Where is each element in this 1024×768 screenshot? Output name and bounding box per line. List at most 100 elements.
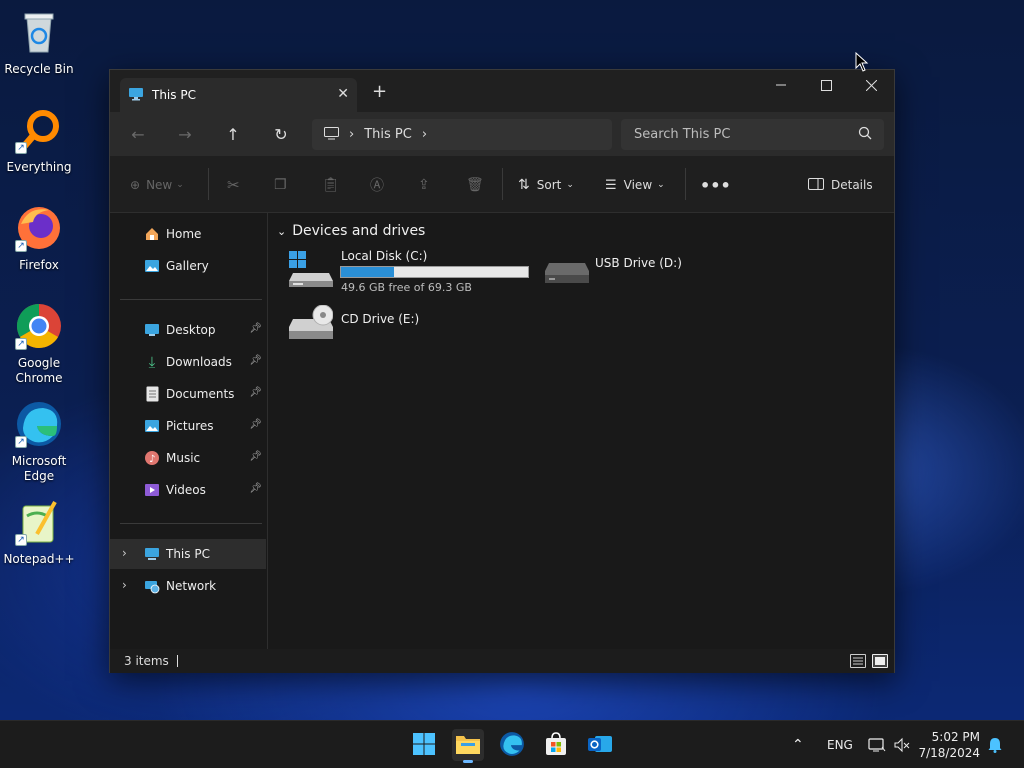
drive-name: CD Drive (E:): [341, 312, 420, 326]
show-hidden-icons-button[interactable]: ⌃: [792, 721, 804, 768]
up-button[interactable]: ↑: [221, 122, 245, 146]
notepad-plus-plus-icon: ↗: [15, 498, 63, 546]
pin-icon[interactable]: 📌︎: [249, 323, 262, 334]
pin-icon[interactable]: 📌︎: [249, 451, 262, 462]
breadcrumb-this-pc[interactable]: This PC: [364, 127, 412, 142]
forward-button[interactable]: →: [173, 122, 197, 146]
cut-button[interactable]: ✂: [227, 174, 240, 196]
view-label: View: [623, 178, 653, 192]
sidebar-item-desktop[interactable]: Desktop 📌︎: [110, 315, 266, 345]
ellipsis-icon: •••: [700, 175, 731, 195]
windows-drive-icon: [289, 251, 333, 292]
windows-logo-icon: [412, 732, 436, 759]
desktop-icon-google-chrome[interactable]: ↗ Google Chrome: [2, 302, 76, 386]
system-clock[interactable]: 5:02 PM 7/18/2024: [918, 729, 980, 761]
notifications-bell-icon[interactable]: [988, 721, 1002, 768]
status-divider: [176, 655, 178, 667]
search-icon: [858, 126, 872, 144]
tab-this-pc[interactable]: This PC ✕: [120, 78, 357, 112]
back-button[interactable]: ←: [126, 122, 150, 146]
computer-icon: [144, 546, 160, 562]
expand-chevron-icon[interactable]: ›: [122, 578, 127, 592]
sidebar-item-music[interactable]: ♪ Music 📌︎: [110, 443, 266, 473]
desktop-icon-label: Google Chrome: [15, 356, 63, 385]
tab-label: This PC: [152, 88, 196, 102]
rename-button[interactable]: Ⓐ: [370, 174, 384, 196]
share-button[interactable]: ⇪: [418, 174, 430, 196]
language-indicator[interactable]: ENG: [827, 721, 853, 768]
sidebar-item-network[interactable]: › Network: [110, 571, 266, 601]
pin-icon[interactable]: 📌︎: [249, 387, 262, 398]
more-options-button[interactable]: •••: [700, 174, 731, 196]
plus-circle-icon: ⊕: [130, 178, 141, 192]
close-tab-icon[interactable]: ✕: [337, 86, 349, 102]
desktop-icon-firefox[interactable]: ↗ Firefox: [2, 204, 76, 273]
details-view-icon[interactable]: [850, 654, 866, 668]
desktop-icon-label: Notepad++: [3, 552, 75, 566]
usb-drive-icon: [545, 259, 589, 288]
sidebar-item-pictures[interactable]: Pictures 📌︎: [110, 411, 266, 441]
search-placeholder: Search This PC: [634, 127, 731, 142]
group-header-devices-and-drives[interactable]: ⌄ Devices and drives: [277, 223, 425, 239]
delete-button[interactable]: 🗑︎: [466, 174, 484, 196]
drive-usb-d[interactable]: USB Drive (D:): [545, 253, 705, 293]
taskbar-microsoft-store[interactable]: [540, 729, 572, 761]
new-tab-button[interactable]: +: [372, 81, 387, 102]
recycle-bin-icon: [15, 8, 63, 56]
drive-local-disk-c[interactable]: Local Disk (C:) 49.6 GB free of 69.3 GB: [289, 249, 529, 295]
desktop-icon-microsoft-edge[interactable]: ↗ Microsoft Edge: [2, 400, 76, 484]
large-icons-view-icon[interactable]: [872, 654, 888, 668]
sort-button[interactable]: ⇅ Sort ⌄: [518, 174, 574, 196]
view-button[interactable]: ☰ View ⌄: [605, 174, 665, 196]
minimize-button[interactable]: [758, 70, 804, 100]
expand-chevron-icon[interactable]: ›: [122, 546, 127, 560]
network-status-icon[interactable]: [868, 721, 886, 768]
desktop-icon-recycle-bin[interactable]: Recycle Bin: [2, 8, 76, 77]
sidebar-item-documents[interactable]: Documents 📌︎: [110, 379, 266, 409]
sidebar-item-label: Gallery: [166, 259, 209, 273]
pin-icon[interactable]: 📌︎: [249, 483, 262, 494]
search-input[interactable]: Search This PC: [621, 119, 884, 150]
refresh-button[interactable]: ↻: [269, 122, 293, 146]
taskbar-edge[interactable]: [496, 729, 528, 761]
paste-button[interactable]: 📋︎: [322, 174, 340, 196]
everything-search-icon: ↗: [15, 106, 63, 154]
taskbar: ⌃ ENG 5:02 PM 7/18/2024: [0, 720, 1024, 768]
drive-name: Local Disk (C:): [341, 249, 428, 263]
desktop-icon-label: Microsoft Edge: [11, 454, 67, 483]
clock-time: 5:02 PM: [931, 730, 980, 744]
new-button[interactable]: ⊕ New ⌄: [130, 174, 184, 196]
volume-muted-icon[interactable]: [894, 721, 910, 768]
taskbar-file-explorer[interactable]: [452, 729, 484, 763]
store-bag-icon: [544, 731, 568, 759]
chevron-right-icon[interactable]: ›: [422, 127, 427, 142]
pin-icon[interactable]: 📌︎: [249, 355, 262, 366]
desktop-icon-everything[interactable]: ↗ Everything: [2, 106, 76, 175]
toolbar-separator: [502, 168, 503, 200]
pin-icon[interactable]: 📌︎: [249, 419, 262, 430]
maximize-button[interactable]: [803, 70, 849, 100]
rename-icon: Ⓐ: [370, 178, 384, 194]
sidebar-item-gallery[interactable]: Gallery: [110, 251, 266, 281]
sidebar-item-label: Desktop: [166, 323, 216, 337]
sidebar-item-home[interactable]: Home: [110, 219, 266, 249]
sidebar-item-label: Music: [166, 451, 201, 465]
desktop-icon-notepad-plus-plus[interactable]: ↗ Notepad++: [2, 498, 76, 567]
firefox-icon: ↗: [15, 204, 63, 252]
sidebar-item-label: Network: [166, 579, 217, 593]
start-button[interactable]: [408, 729, 440, 761]
details-pane-button[interactable]: Details: [808, 174, 873, 196]
taskbar-outlook[interactable]: [584, 729, 616, 761]
drive-cd-e[interactable]: CD Drive (E:): [289, 304, 449, 345]
command-bar: ⊕ New ⌄ ✂ ❐ 📋︎ Ⓐ ⇪ 🗑︎ ⇅ Sort ⌄ ☰ View ⌄ …: [110, 156, 894, 213]
sidebar-item-label: Documents: [166, 387, 235, 401]
gallery-icon: [144, 258, 160, 274]
copy-button[interactable]: ❐: [274, 174, 287, 196]
sidebar-item-downloads[interactable]: ⤓ Downloads 📌︎: [110, 347, 266, 377]
sidebar-item-this-pc[interactable]: › This PC: [110, 539, 266, 569]
sidebar-item-label: Pictures: [166, 419, 214, 433]
sidebar-item-videos[interactable]: Videos 📌︎: [110, 475, 266, 505]
videos-icon: [144, 482, 160, 498]
chevron-right-icon[interactable]: ›: [349, 127, 354, 142]
address-bar[interactable]: › This PC ›: [312, 119, 612, 150]
